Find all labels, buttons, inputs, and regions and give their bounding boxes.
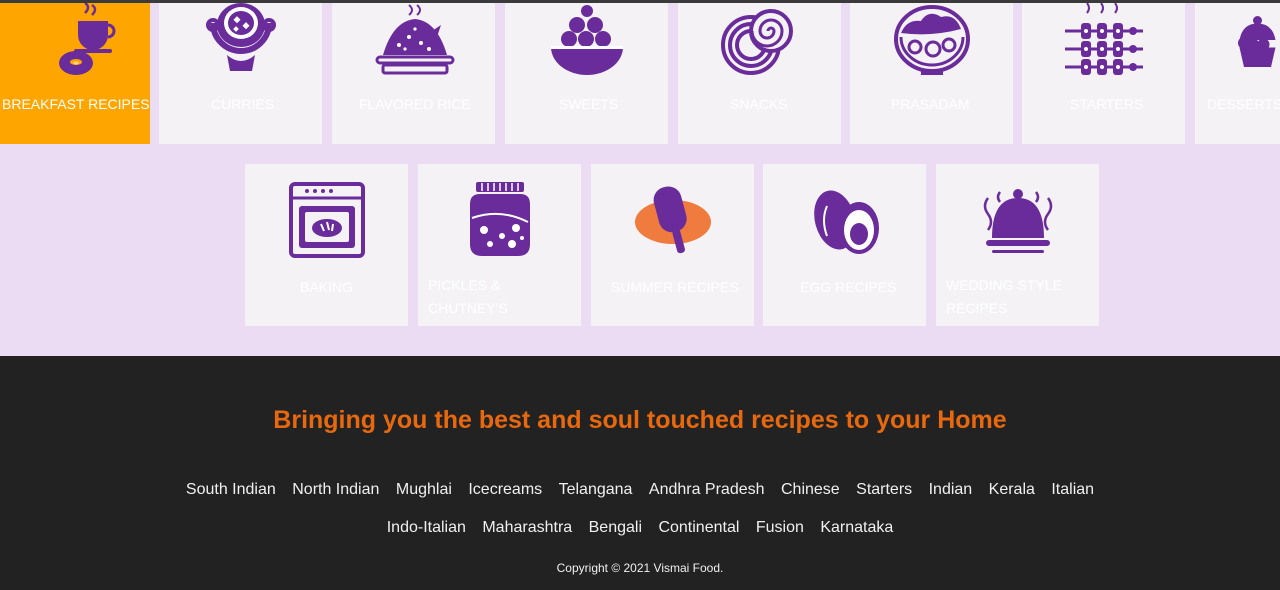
footer-links-row-2: Indo-Italian Maharashtra Bengali Contine… [0,519,1280,537]
footer: Bringing you the best and soul touched r… [0,356,1280,590]
category-label: BREAKFAST RECIPES [2,96,150,112]
footer-link[interactable]: Telangana [559,481,633,499]
dessert-icon [1195,3,1280,83]
category-snacks[interactable]: SNACKS [678,3,841,144]
footer-link[interactable]: Andhra Pradesh [649,481,765,499]
prasadam-bowl-icon [850,3,1013,83]
footer-link[interactable]: Icecreams [468,481,542,499]
category-label: STARTERS [1070,96,1144,112]
category-label: SWEETS [559,96,619,112]
category-breakfast-recipes[interactable]: BREAKFAST RECIPES [0,3,150,144]
footer-link[interactable]: Maharashtra [482,519,572,537]
category-egg-recipes[interactable]: EGG RECIPES [763,164,926,326]
curry-pot-icon [159,3,322,83]
footer-links-row-1: South Indian North Indian Mughlai Icecre… [0,481,1280,499]
category-prasadam[interactable]: PRASADAM [850,3,1013,144]
category-desserts[interactable]: DESSERTS A [1195,3,1280,144]
category-starters[interactable]: STARTERS [1022,3,1185,144]
footer-link[interactable]: Fusion [756,519,804,537]
footer-link[interactable]: Indo-Italian [387,519,466,537]
footer-link[interactable]: Chinese [781,481,840,499]
footer-link[interactable]: Mughlai [396,481,452,499]
skewers-icon [1022,3,1185,83]
category-sweets[interactable]: SWEETS [505,3,668,144]
eggs-icon [763,180,926,260]
category-curries[interactable]: CURRIES [159,3,322,144]
sweets-bowl-icon [505,3,668,83]
snacks-icon [678,3,841,83]
category-flavored-rice[interactable]: FLAVORED RICE [332,3,495,144]
category-label: EGG RECIPES [800,279,897,295]
footer-link[interactable]: Italian [1051,481,1094,499]
footer-link[interactable]: Continental [658,519,739,537]
category-label: PRASADAM [891,96,970,112]
category-label: DESSERTS A [1207,96,1280,112]
rice-plate-icon [332,3,495,83]
category-label: PICKLES & CHUTNEY'S [428,277,508,316]
cloche-icon [936,180,1099,260]
category-label: SNACKS [730,96,788,112]
footer-link[interactable]: Karnataka [820,519,893,537]
category-wedding-style-recipes[interactable]: WEDDING STYLE RECIPES [936,164,1099,326]
popsicle-icon [591,180,754,260]
copyright: Copyright © 2021 Vismai Food. [556,561,724,575]
category-label: WEDDING STYLE RECIPES [946,277,1062,316]
footer-link[interactable]: Kerala [989,481,1035,499]
footer-link[interactable]: South Indian [186,481,276,499]
category-summer-recipes[interactable]: SUMMER RECIPES [591,164,754,326]
category-label: BAKING [300,279,353,295]
footer-link[interactable]: North Indian [292,481,379,499]
category-baking[interactable]: BAKING [245,164,408,326]
footer-link[interactable]: Bengali [589,519,642,537]
footer-link[interactable]: Starters [856,481,912,499]
breakfast-icon [0,3,150,83]
footer-tagline: Bringing you the best and soul touched r… [273,406,1007,434]
category-pickles-chutneys[interactable]: PICKLES & CHUTNEY'S [418,164,581,326]
footer-link[interactable]: Indian [929,481,973,499]
category-label: CURRIES [211,96,275,112]
pickle-jar-icon [418,180,581,260]
category-label: SUMMER RECIPES [611,279,739,295]
category-label: FLAVORED RICE [359,96,471,112]
oven-icon [245,180,408,260]
category-grid: BREAKFAST RECIPES CURRIES FLAVORED RICE … [0,3,1280,356]
